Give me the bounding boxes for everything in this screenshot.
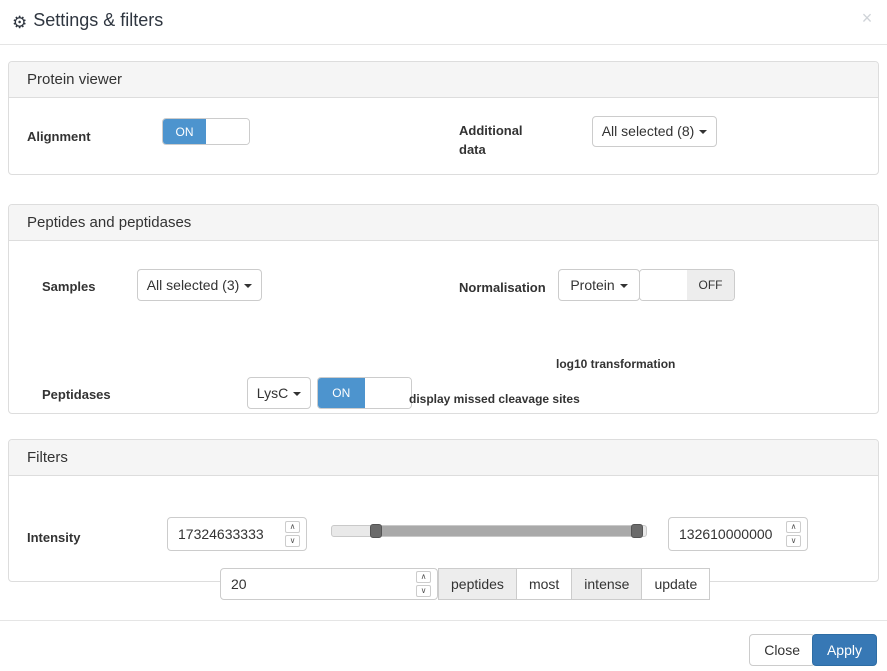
- panel-protein-viewer-heading: Protein viewer: [9, 62, 878, 98]
- panel-filters: Filters Intensity ∧ ∨ ∧ ∨ ∧: [8, 439, 879, 600]
- panel-peptides-heading: Peptides and peptidases: [9, 205, 878, 241]
- page-title: ⚙ Settings & filters: [12, 10, 163, 33]
- panel-protein-viewer-title: Protein viewer: [27, 71, 123, 88]
- panel-filters-title: Filters: [27, 449, 68, 466]
- intensity-slider-handle-min[interactable]: [369, 524, 382, 538]
- log10-toggle-blank: [640, 270, 687, 300]
- intensity-max-field[interactable]: ∧ ∨: [668, 517, 809, 551]
- samples-dropdown-label: All selected (3): [146, 277, 240, 293]
- intensity-label: Intensity: [27, 530, 81, 545]
- intensity-max-stepper[interactable]: ∧ ∨: [786, 521, 801, 547]
- intensity-min-stepper-down-icon[interactable]: ∨: [285, 535, 300, 547]
- intensity-min-stepper[interactable]: ∧ ∨: [285, 521, 300, 547]
- panel-peptides-peptidases: Peptides and peptidases Samples All sele…: [8, 204, 879, 414]
- peptide-count-stepper[interactable]: ∧ ∨: [416, 571, 431, 597]
- intensity-slider-handle-max[interactable]: [630, 524, 643, 538]
- normalisation-dropdown-label: Protein: [570, 277, 615, 293]
- log10-toggle[interactable]: OFF: [639, 269, 735, 301]
- peptidases-dropdown-label: LysC: [256, 385, 289, 401]
- samples-dropdown[interactable]: All selected (3): [137, 269, 262, 301]
- samples-label: Samples: [42, 279, 96, 294]
- intensity-min-field[interactable]: ∧ ∨: [167, 517, 308, 551]
- intensity-max-stepper-down-icon[interactable]: ∨: [786, 535, 801, 547]
- missed-cleavage-note: display missed cleavage sites: [409, 392, 580, 406]
- intensity-max-stepper-up-icon[interactable]: ∧: [786, 521, 801, 533]
- most-button[interactable]: most: [516, 568, 573, 600]
- panel-filters-heading: Filters: [9, 440, 878, 476]
- peptide-filter-button-group: peptides most intense update: [438, 568, 711, 600]
- panel-peptides-title: Peptides and peptidases: [27, 214, 192, 231]
- additional-data-label: Additional data: [459, 123, 523, 157]
- alignment-toggle-blank: [206, 119, 249, 144]
- log10-transformation-note: log10 transformation: [556, 357, 676, 371]
- page-title-text: Settings & filters: [33, 10, 164, 30]
- normalisation-dropdown[interactable]: Protein: [558, 269, 640, 301]
- alignment-toggle-on-label: ON: [163, 119, 206, 144]
- intensity-range-slider[interactable]: [331, 524, 647, 538]
- panel-protein-viewer: Protein viewer Alignment ON Additional d…: [8, 61, 879, 175]
- gear-icon: ⚙: [12, 13, 28, 32]
- alignment-toggle[interactable]: ON: [162, 118, 250, 145]
- peptide-count-stepper-down-icon[interactable]: ∨: [416, 585, 431, 597]
- close-icon[interactable]: ×: [857, 8, 877, 28]
- chevron-down-icon: [293, 392, 302, 396]
- intensity-slider-fill: [375, 526, 637, 536]
- dialog-header: ⚙ Settings & filters ×: [0, 0, 887, 45]
- additional-data-dropdown[interactable]: All selected (8): [592, 116, 717, 147]
- additional-data-dropdown-label: All selected (8): [601, 123, 695, 139]
- update-button[interactable]: update: [642, 568, 711, 600]
- log10-toggle-off-label: OFF: [687, 270, 734, 300]
- peptide-count-input[interactable]: [221, 569, 439, 599]
- peptides-button[interactable]: peptides: [438, 568, 517, 600]
- close-button[interactable]: Close: [749, 634, 815, 666]
- chevron-down-icon: [244, 284, 253, 288]
- peptide-count-field[interactable]: ∧ ∨: [220, 568, 439, 600]
- peptide-count-stepper-up-icon[interactable]: ∧: [416, 571, 431, 583]
- chevron-down-icon: [619, 284, 628, 288]
- peptidases-dropdown[interactable]: LysC: [247, 377, 311, 409]
- apply-button[interactable]: Apply: [811, 634, 877, 666]
- missed-cleavage-toggle-blank: [364, 378, 411, 408]
- missed-cleavage-toggle-on-label: ON: [318, 378, 365, 408]
- alignment-label: Alignment: [27, 129, 91, 144]
- chevron-down-icon: [699, 130, 708, 134]
- intense-button[interactable]: intense: [572, 568, 643, 600]
- normalisation-label: Normalisation: [459, 280, 546, 295]
- intensity-min-stepper-up-icon[interactable]: ∧: [285, 521, 300, 533]
- missed-cleavage-toggle[interactable]: ON: [317, 377, 412, 409]
- dialog-footer: Close Apply: [0, 620, 887, 671]
- peptidases-label: Peptidases: [42, 387, 111, 402]
